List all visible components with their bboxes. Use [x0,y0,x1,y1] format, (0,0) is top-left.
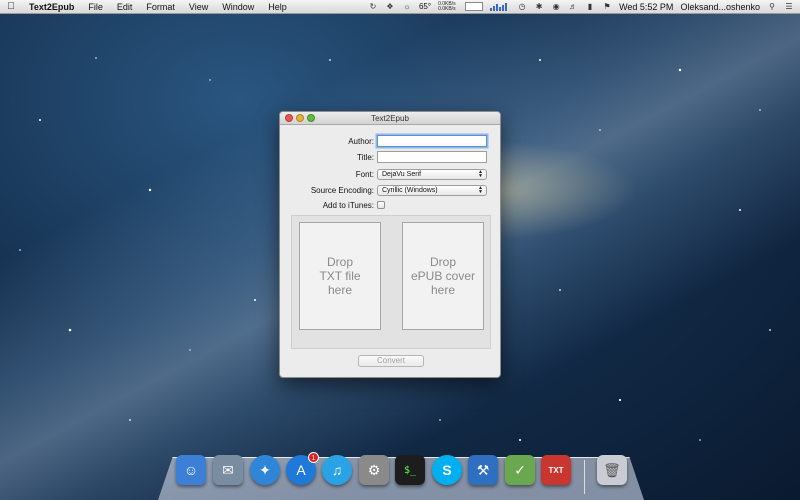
flag-icon[interactable]: ⚑ [602,2,612,11]
net-down-value: 0.0KB/s [438,5,456,12]
skype-icon[interactable]: S [432,455,462,485]
drop-txt-file-well[interactable]: Drop TXT file here [299,222,381,330]
text2epub-icon[interactable]: TXT [541,455,571,485]
trash-icon[interactable]: 🗑 [597,455,627,485]
safari-icon[interactable]: ✦ [250,455,280,485]
dropbox-icon[interactable]: ❖ [385,2,395,11]
bluetooth-icon[interactable]: ✱ [534,2,544,11]
terminal-icon[interactable]: $_ [395,455,425,485]
network-speed[interactable]: 0.0KB/s 0.0KB/s [438,1,458,12]
convert-button[interactable]: Convert [358,355,424,367]
encoding-label: Source Encoding: [310,185,374,195]
system-preferences-icon[interactable]: ⚙ [359,455,389,485]
author-row: Author: [280,135,500,147]
minimize-button[interactable] [296,114,304,122]
dock-separator [584,460,585,494]
author-input[interactable] [377,135,487,147]
font-select[interactable]: DejaVu Serif ▲ ▼ [377,168,487,180]
time-machine-icon[interactable]: ◷ [517,2,527,11]
menubar-user[interactable]: Oleksand...oshenko [680,2,760,12]
title-row: Title: [280,151,500,163]
apple-icon[interactable]:  [0,1,22,12]
title-input[interactable] [377,151,487,163]
drop-area: Drop TXT file here Drop ePUB cover here [291,215,491,349]
menu-help[interactable]: Help [261,0,294,14]
font-label: Font: [355,169,374,179]
menu-app-name[interactable]: Text2Epub [22,0,81,14]
status-area: ↻ ❖ ☼ 65° 0.0KB/s 0.0KB/s ◷ ✱ ◉ ♬ ▮ ⚑ We… [368,1,800,12]
select-arrows-icon: ▲ ▼ [478,168,483,179]
text2epub-window: Text2Epub Author: Title: Font: DejaVu Se… [279,111,501,378]
sync-icon[interactable]: ↻ [368,2,378,11]
app-store-icon[interactable]: A 1 [286,452,319,485]
menu-format[interactable]: Format [139,0,182,14]
menu-bar:  Text2Epub File Edit Format View Window… [0,0,800,14]
finder-icon[interactable]: ☺ [176,455,206,485]
encoding-select-value: Cyrillic (Windows) [382,186,438,194]
instruments-icon[interactable]: ✓ [505,455,535,485]
menu-file[interactable]: File [81,0,110,14]
menubar-clock[interactable]: Wed 5:52 PM [619,2,673,12]
xcode-icon[interactable]: ⚒ [468,455,498,485]
app-store-badge: 1 [308,452,319,463]
select-arrows-icon: ▲ ▼ [478,184,483,195]
menu-window[interactable]: Window [215,0,261,14]
menu-view[interactable]: View [182,0,215,14]
notification-center-icon[interactable]: ☰ [784,2,794,11]
menu-edit[interactable]: Edit [110,0,140,14]
window-controls [285,114,315,122]
close-button[interactable] [285,114,293,122]
window-titlebar[interactable]: Text2Epub [280,112,500,125]
text2epub-icon-label: TXT [548,465,564,475]
zoom-button[interactable] [307,114,315,122]
memory-graph-icon[interactable] [490,2,510,11]
spotlight-icon[interactable]: ⚲ [767,2,777,11]
battery-icon[interactable]: ▮ [585,2,595,11]
weather-icon[interactable]: ☼ [402,2,412,11]
encoding-select[interactable]: Cyrillic (Windows) ▲ ▼ [377,184,487,196]
window-title: Text2Epub [371,114,409,123]
wifi-icon[interactable]: ◉ [551,2,561,11]
cpu-graph-icon[interactable] [465,2,484,11]
encoding-row: Source Encoding: Cyrillic (Windows) ▲ ▼ [280,184,500,196]
author-label: Author: [348,136,374,146]
title-label: Title: [356,152,374,162]
itunes-row: Add to iTunes: [280,199,500,211]
add-to-itunes-checkbox[interactable] [377,201,385,209]
font-row: Font: DejaVu Serif ▲ ▼ [280,168,500,180]
itunes-label: Add to iTunes: [322,200,374,210]
volume-icon[interactable]: ♬ [568,2,578,11]
drop-epub-cover-well[interactable]: Drop ePUB cover here [402,222,484,330]
itunes-icon[interactable]: ♫ [322,455,352,485]
temperature-readout[interactable]: 65° [419,2,431,11]
font-select-value: DejaVu Serif [382,170,422,178]
mail-icon[interactable]: ✉ [213,455,243,485]
